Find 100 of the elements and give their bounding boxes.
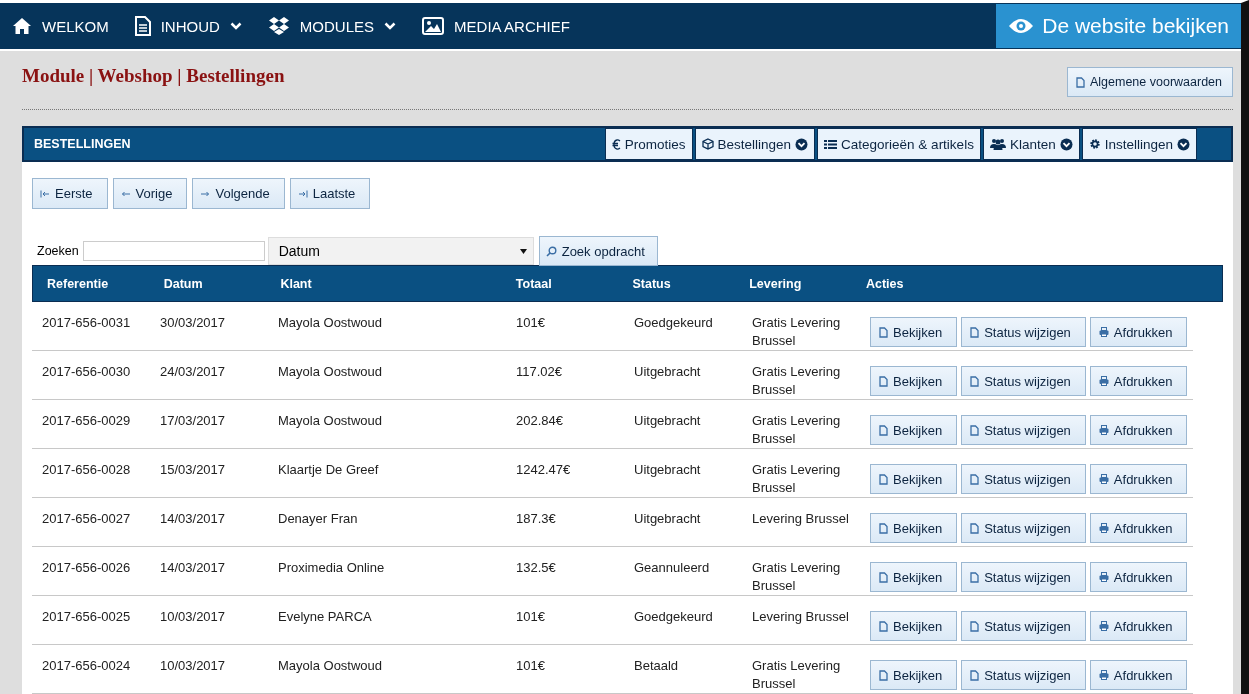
document-icon	[970, 375, 980, 387]
status-button[interactable]: Status wijzigen	[961, 611, 1086, 641]
print-button[interactable]: Afdrukken	[1089, 660, 1188, 690]
status-button[interactable]: Status wijzigen	[961, 562, 1086, 592]
table-cell-text: Uitgebracht	[634, 510, 702, 528]
table-cell-text: 30/03/2017	[160, 314, 227, 332]
table-cell-text: Goedgekeurd	[634, 314, 714, 332]
table-cell-text: Evelyne PARCA	[278, 608, 373, 626]
dropdown-caret-icon	[519, 248, 527, 254]
table-cell-text: 17/03/2017	[160, 412, 227, 430]
nav-item[interactable]: INHOUD	[134, 16, 242, 36]
boxes-icon	[267, 16, 290, 36]
pager-button[interactable]: Volgende	[192, 178, 285, 209]
gear-icon	[1088, 138, 1101, 150]
sort-dropdown[interactable]: Datum	[267, 237, 534, 265]
document-icon	[970, 620, 980, 632]
table-cell-text: 2017-656-0028	[42, 461, 132, 479]
document-icon	[1075, 76, 1085, 88]
view-button[interactable]: Bekijken	[870, 415, 958, 445]
status-button[interactable]: Status wijzigen	[961, 513, 1086, 543]
print-button[interactable]: Afdrukken	[1089, 464, 1188, 494]
table-cell-text: Gratis Levering Brussel	[752, 363, 842, 399]
nav-item[interactable]: MEDIA ARCHIEF	[422, 17, 570, 35]
table-cell-text: Gratis Levering Brussel	[752, 314, 842, 350]
table-cell-text: Levering Brussel	[752, 510, 850, 528]
column-header: Klant	[280, 276, 313, 291]
chevron-down-icon	[229, 22, 242, 30]
first-arrow-icon	[40, 189, 50, 198]
print-button[interactable]: Afdrukken	[1089, 611, 1188, 641]
table-cell-text: Mayola Oostwoud	[278, 657, 384, 675]
document-icon	[134, 16, 151, 36]
search-icon	[545, 245, 557, 257]
terms-button[interactable]: Algemene voorwaarden	[1066, 67, 1233, 97]
pager-button[interactable]: Eerste	[32, 178, 108, 209]
document-icon	[970, 669, 980, 681]
column-header: Datum	[163, 276, 204, 291]
menu-tab[interactable]: Categorieën & artikels	[817, 128, 981, 160]
breadcrumb: Module | Webshop | Bestellingen	[22, 65, 285, 87]
table-cell-text: Uitgebracht	[634, 363, 702, 381]
table-cell-text: 202.84€	[516, 412, 564, 430]
table-cell-text: Mayola Oostwoud	[278, 314, 384, 332]
table-cell-text: Mayola Oostwoud	[278, 412, 384, 430]
document-icon	[970, 522, 980, 534]
view-button[interactable]: Bekijken	[870, 513, 958, 543]
eye-icon	[1008, 17, 1035, 35]
printer-icon	[1098, 474, 1109, 484]
table-cell-text: Gratis Levering Brussel	[752, 657, 842, 693]
print-button[interactable]: Afdrukken	[1089, 366, 1188, 396]
table-cell-text: Gratis Levering Brussel	[752, 461, 842, 497]
table-cell-text: 2017-656-0030	[42, 363, 132, 381]
status-button[interactable]: Status wijzigen	[961, 317, 1086, 347]
table-cell-text: Denayer Fran	[278, 510, 359, 528]
document-icon	[879, 620, 888, 632]
view-button[interactable]: Bekijken	[870, 317, 958, 347]
search-button[interactable]: Zoek opdracht	[538, 236, 658, 266]
table-cell-text: 2017-656-0026	[42, 559, 132, 577]
document-icon	[970, 326, 980, 338]
menu-tab[interactable]: Promoties	[604, 128, 693, 160]
panel-title: BESTELLINGEN	[34, 137, 131, 151]
table-cell-text: 2017-656-0024	[42, 657, 132, 675]
euro-icon	[611, 138, 621, 150]
view-button[interactable]: Bekijken	[870, 660, 958, 690]
view-button[interactable]: Bekijken	[870, 611, 958, 641]
menu-tab[interactable]: Bestellingen	[694, 128, 816, 160]
chevron-down-icon	[384, 22, 397, 30]
table-cell-text: 15/03/2017	[160, 461, 227, 479]
table-cell-text: 24/03/2017	[160, 363, 227, 381]
users-icon	[989, 138, 1006, 150]
printer-icon	[1098, 376, 1109, 386]
status-button[interactable]: Status wijzigen	[961, 464, 1086, 494]
nav-item[interactable]: MODULES	[267, 16, 397, 36]
view-button[interactable]: Bekijken	[870, 464, 958, 494]
status-button[interactable]: Status wijzigen	[961, 660, 1086, 690]
table-cell-text: Klaartje De Greef	[278, 461, 380, 479]
print-button[interactable]: Afdrukken	[1089, 513, 1188, 543]
pager-button[interactable]: Vorige	[112, 178, 188, 209]
table-cell-text: Uitgebracht	[634, 461, 702, 479]
cube-icon	[701, 138, 714, 150]
menu-tab[interactable]: Instellingen	[1081, 128, 1197, 160]
document-icon	[970, 424, 980, 436]
table-cell-text: 10/03/2017	[160, 657, 227, 675]
home-icon	[12, 17, 32, 35]
status-button[interactable]: Status wijzigen	[961, 366, 1086, 396]
print-button[interactable]: Afdrukken	[1089, 562, 1188, 592]
pager-button[interactable]: Laatste	[289, 178, 371, 209]
print-button[interactable]: Afdrukken	[1089, 317, 1188, 347]
view-button[interactable]: Bekijken	[870, 562, 958, 592]
menu-tab[interactable]: Klanten	[982, 128, 1080, 160]
status-button[interactable]: Status wijzigen	[961, 415, 1086, 445]
print-button[interactable]: Afdrukken	[1089, 415, 1188, 445]
table-cell-text: Goedgekeurd	[634, 608, 714, 626]
nav-item[interactable]: WELKOM	[12, 17, 109, 35]
document-icon	[879, 571, 888, 583]
printer-icon	[1098, 621, 1109, 631]
search-field[interactable]	[82, 241, 265, 261]
table-cell-text: 14/03/2017	[160, 559, 227, 577]
chevron-circle-icon	[1059, 137, 1073, 151]
view-button[interactable]: Bekijken	[870, 366, 958, 396]
table-cell-text: 14/03/2017	[160, 510, 227, 528]
list-icon	[824, 138, 838, 150]
